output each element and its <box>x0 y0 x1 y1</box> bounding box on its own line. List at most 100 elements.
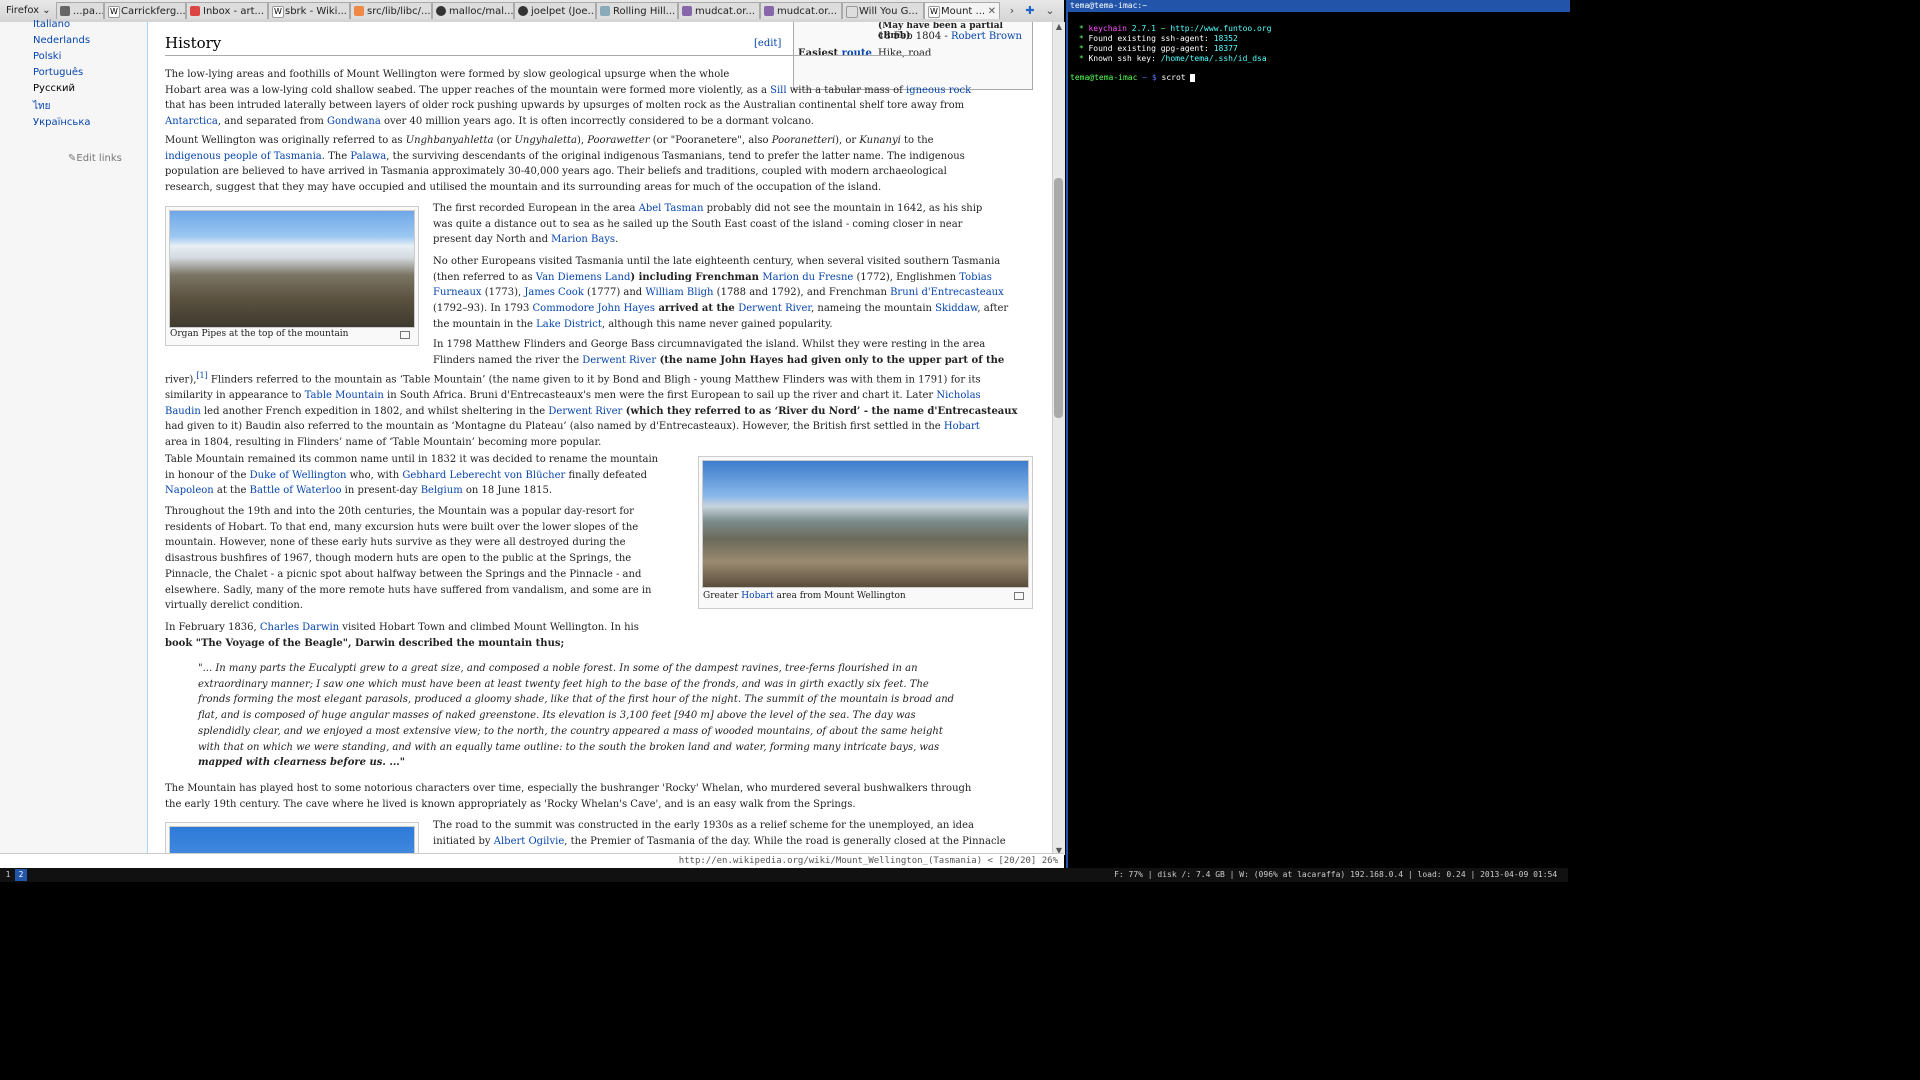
paragraph: In 1798 Matthew Flinders and George Bass… <box>433 337 1033 368</box>
link-james-cook[interactable]: James Cook <box>524 287 583 298</box>
link-palawa[interactable]: Palawa <box>350 151 386 162</box>
text: Flinders named the river the <box>433 354 583 366</box>
text: extraordinary manner; I saw one which mu… <box>198 678 929 690</box>
scroll-tabs-right-icon[interactable]: › <box>1004 2 1020 19</box>
tab[interactable]: src/lib/libc/... <box>350 2 432 19</box>
tab-label: mudcat.or... <box>777 6 837 17</box>
text: (1772), Englishmen <box>853 271 960 283</box>
link-albert-ogilvie[interactable]: Albert Ogilvie <box>494 836 564 847</box>
link-lake-district[interactable]: Lake District <box>536 319 602 330</box>
road-image[interactable] <box>169 826 415 855</box>
terminal-title: tema@tema-imac:~ <box>1068 0 1570 12</box>
link-derwent-river[interactable]: Derwent River <box>548 406 622 417</box>
link-duke-of-wellington[interactable]: Duke of Wellington <box>250 470 347 481</box>
link-tobias-furneaux[interactable]: Tobias <box>959 272 992 283</box>
terminal-window[interactable]: tema@tema-imac:~ * keychain 2.7.1 ~ http… <box>1066 0 1570 868</box>
lang-link-ukrainian[interactable]: Українська <box>33 117 91 128</box>
link-blucher[interactable]: Gebhard Leberecht von Blücher <box>402 470 565 481</box>
tab[interactable]: malloc/mal... <box>432 2 514 19</box>
link-derwent-river[interactable]: Derwent River <box>582 355 656 366</box>
link-antarctica[interactable]: Antarctica <box>165 116 218 127</box>
edit-link-label: [edit] <box>754 38 782 49</box>
link-hobart[interactable]: Hobart <box>944 421 980 432</box>
workspace-1[interactable]: 1 <box>2 869 14 881</box>
tab-active[interactable]: W Mount ... ✕ <box>924 2 1000 19</box>
link-john-hayes[interactable]: Commodore John Hayes <box>533 303 655 314</box>
scrollbar-thumb[interactable] <box>1054 178 1063 418</box>
link-table-mountain[interactable]: Table Mountain <box>305 390 384 401</box>
paragraph: Table Mountain remained its common name … <box>165 452 695 499</box>
window-manager-bar: 1 2 F: 77% | disk /: 7.4 GB | W: (096% a… <box>0 868 1568 882</box>
tab[interactable]: Inbox - art... <box>186 2 268 19</box>
link-belgium[interactable]: Belgium <box>421 485 463 496</box>
tab[interactable]: joelpet (Joe... <box>514 2 596 19</box>
section-edit-link[interactable]: [edit] <box>754 38 781 49</box>
firefox-menu-button[interactable]: Firefox ⌄ <box>2 2 60 19</box>
lang-link-portugues[interactable]: Português <box>33 67 83 78</box>
text: 2.7.1 <box>1126 24 1156 33</box>
lang-link-italiano[interactable]: Italiano <box>33 19 70 30</box>
link-bruni-dentrecasteaux[interactable]: Bruni d'Entrecasteaux <box>890 287 1004 298</box>
tab[interactable]: mudcat.or... <box>678 2 760 19</box>
link-napoleon[interactable]: Napoleon <box>165 485 214 496</box>
text: http://www.funtoo.org <box>1170 24 1272 33</box>
link-gondwana[interactable]: Gondwana <box>327 116 381 127</box>
workspace-2-active[interactable]: 2 <box>15 869 27 881</box>
citation-link[interactable]: [1] <box>196 371 207 380</box>
text: in South Africa. Bruni d'Entrecasteaux's… <box>383 390 937 402</box>
tab[interactable]: Will You G... <box>842 2 924 19</box>
page-scrollbar[interactable]: ▲ ▼ <box>1052 22 1065 855</box>
link-nicholas-baudin[interactable]: Baudin <box>165 406 201 417</box>
link-robert-brown[interactable]: Robert Brown <box>951 31 1022 42</box>
link-marion-du-fresne[interactable]: Marion du Fresne <box>762 272 853 283</box>
link-igneous-rock[interactable]: igneous rock <box>906 85 971 96</box>
edit-links[interactable]: ✎Edit links <box>68 153 122 164</box>
link-indigenous-people[interactable]: indigenous people of Tasmania <box>165 151 322 162</box>
link-william-bligh[interactable]: William Bligh <box>645 287 713 298</box>
link-abel-tasman[interactable]: Abel Tasman <box>639 203 704 214</box>
link-derwent-river[interactable]: Derwent River <box>738 303 811 314</box>
text: arrived at the <box>654 303 739 315</box>
paragraph: The Mountain has played host to some not… <box>165 781 1035 812</box>
lang-link-polski[interactable]: Polski <box>33 51 61 62</box>
link-nicholas-baudin[interactable]: Nicholas <box>936 390 980 401</box>
list-all-tabs-icon[interactable]: ⌄ <box>1042 2 1058 19</box>
infobox-easiest-route-label: Easiest route <box>798 48 872 59</box>
text: The Mountain has played host to some not… <box>165 783 972 794</box>
magnify-icon[interactable] <box>1014 592 1024 600</box>
link-tobias-furneaux[interactable]: Furneaux <box>433 287 482 298</box>
close-tab-icon[interactable]: ✕ <box>988 3 996 19</box>
link-marion-bays[interactable]: Marion Bays <box>551 234 615 245</box>
tab[interactable]: mudcat.or... <box>760 2 842 19</box>
greater-hobart-image[interactable] <box>702 460 1029 588</box>
text: "... In many parts the Eucalypti grew to… <box>198 663 918 674</box>
lang-link-russian[interactable]: Русский <box>33 83 75 94</box>
scroll-up-icon[interactable]: ▲ <box>1054 22 1064 31</box>
tab[interactable]: Wsbrk - Wiki... <box>268 2 350 19</box>
link-hobart[interactable]: Hobart <box>741 591 773 601</box>
infobox-first-ascent: 18 Feb 1804 - Robert Brown <box>878 31 1022 42</box>
new-tab-icon[interactable]: ✚ <box>1022 2 1038 19</box>
text: fronds forming the most elegant parasols… <box>198 694 955 706</box>
tab[interactable]: ...pa... <box>56 2 104 19</box>
tab[interactable]: Rolling Hill... <box>596 2 678 19</box>
text: probably did not see the mountain in 164… <box>703 203 983 214</box>
thumbnail-greater-hobart: Greater Hobart area from Mount Wellingto… <box>698 456 1033 609</box>
link-charles-darwin[interactable]: Charles Darwin <box>260 622 339 633</box>
text: , the surviving descendants of the origi… <box>386 150 965 162</box>
link-sill[interactable]: Sill <box>770 85 786 96</box>
text: research, suggest that they may have occ… <box>165 182 882 194</box>
command-input[interactable]: scrot <box>1162 73 1191 82</box>
magnify-icon[interactable] <box>400 331 410 339</box>
link-van-diemens-land[interactable]: Van Diemens Land <box>536 272 631 283</box>
tab[interactable]: W Carrickferg... <box>104 2 186 19</box>
text: Pinnacle, the Chalet - a picnic spot abo… <box>165 568 642 580</box>
organ-pipes-image[interactable] <box>169 210 415 328</box>
lang-link-thai[interactable]: ไทย <box>33 99 50 114</box>
link-skiddaw[interactable]: Skiddaw <box>935 303 977 314</box>
lang-link-nederlands[interactable]: Nederlands <box>33 35 90 46</box>
terminal-line: * keychain 2.7.1 ~ http://www.funtoo.org <box>1074 24 1272 33</box>
link-route[interactable]: route <box>842 48 872 59</box>
article-content: (May have been a partial climb) 18 Feb 1… <box>148 22 1052 855</box>
link-battle-of-waterloo[interactable]: Battle of Waterloo <box>250 485 342 496</box>
